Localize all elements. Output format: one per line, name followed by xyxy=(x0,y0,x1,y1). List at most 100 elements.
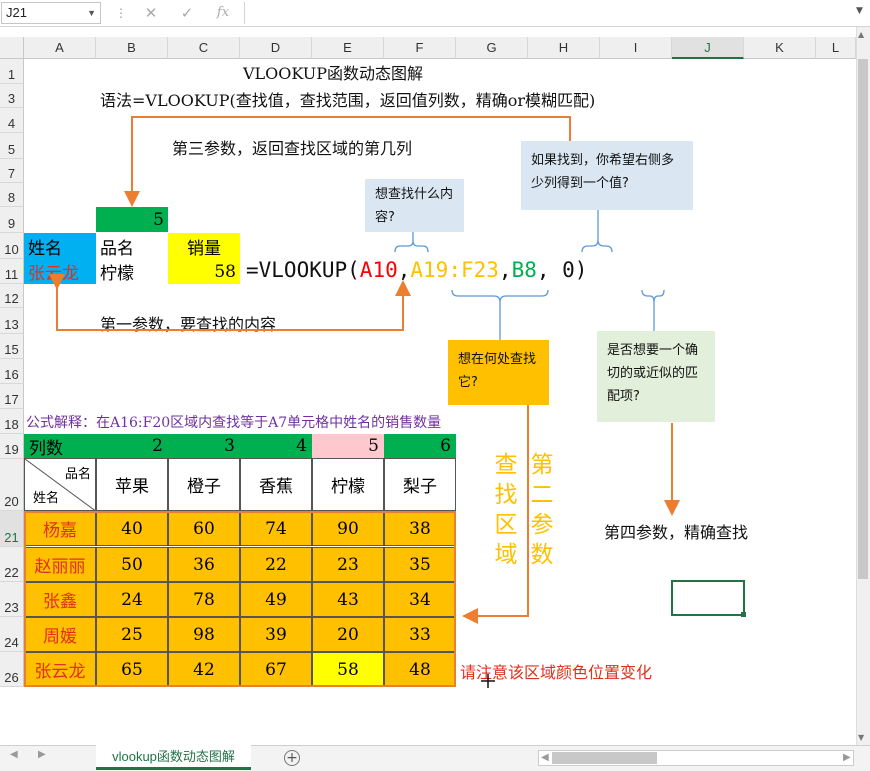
row-header-24[interactable]: 24 xyxy=(0,617,24,652)
table-cell[interactable]: 25 xyxy=(96,617,168,652)
cell-c10[interactable]: 58 xyxy=(168,259,240,284)
row-header-1[interactable]: 1 xyxy=(0,59,24,84)
table-row-name[interactable]: 周媛 xyxy=(24,617,96,652)
cell-a10[interactable]: 张云龙 xyxy=(24,259,96,284)
table-cell[interactable]: 78 xyxy=(168,582,240,617)
selected-cell-j21[interactable] xyxy=(671,580,745,616)
row-header-17[interactable]: 17 xyxy=(0,384,24,409)
header-4[interactable]: 柠檬 xyxy=(312,458,384,511)
table-cell[interactable]: 60 xyxy=(168,511,240,546)
cell-a9[interactable]: 姓名 xyxy=(24,233,96,259)
row-header-10[interactable]: 10 xyxy=(0,233,24,259)
column-header-f[interactable]: F xyxy=(384,37,456,59)
table-cell[interactable]: 43 xyxy=(312,582,384,617)
row-header-13[interactable]: 13 xyxy=(0,308,24,334)
insert-function-icon[interactable]: fx xyxy=(212,3,234,23)
column-header-g[interactable]: G xyxy=(456,37,528,59)
cell-b10[interactable]: 柠檬 xyxy=(96,259,168,284)
table-cell[interactable]: 67 xyxy=(240,652,312,687)
row-header-16[interactable]: 16 xyxy=(0,359,24,384)
row-header-9[interactable]: 9 xyxy=(0,207,24,233)
column-header-e[interactable]: E xyxy=(312,37,384,59)
table-cell[interactable]: 50 xyxy=(96,547,168,582)
prev-sheet-icon[interactable]: ◀ xyxy=(10,749,18,760)
header-3[interactable]: 香蕉 xyxy=(240,458,312,511)
table-cell[interactable]: 38 xyxy=(384,511,456,546)
row-header-11[interactable]: 11 xyxy=(0,259,24,284)
select-all-corner[interactable] xyxy=(0,37,24,59)
table-cell[interactable]: 65 xyxy=(96,652,168,687)
table-cell[interactable]: 74 xyxy=(240,511,312,546)
col-index-label[interactable]: 列数 xyxy=(24,434,96,459)
cell-c9[interactable]: 销量 xyxy=(168,233,240,259)
add-sheet-icon[interactable]: + xyxy=(284,750,300,766)
table-row-name[interactable]: 张云龙 xyxy=(24,652,96,687)
next-sheet-icon[interactable]: ▶ xyxy=(38,749,46,760)
table-cell[interactable]: 49 xyxy=(240,582,312,617)
header-2[interactable]: 橙子 xyxy=(168,458,240,511)
table-cell[interactable]: 58 xyxy=(312,652,384,687)
col-index-4[interactable]: 5 xyxy=(312,434,384,458)
row-header-23[interactable]: 23 xyxy=(0,582,24,617)
scroll-up-icon[interactable]: ▲ xyxy=(858,30,864,39)
table-cell[interactable]: 22 xyxy=(240,547,312,582)
sheet-tab-vlookup[interactable]: vlookup函数动态图解 xyxy=(96,745,251,770)
table-cell[interactable]: 35 xyxy=(384,547,456,582)
table-row-name[interactable]: 杨嘉 xyxy=(24,511,96,546)
header-1[interactable]: 苹果 xyxy=(96,458,168,511)
column-header-c[interactable]: C xyxy=(168,37,240,59)
table-cell[interactable]: 34 xyxy=(384,582,456,617)
cell-b8[interactable]: 5 xyxy=(96,207,168,232)
row-header-7[interactable]: 7 xyxy=(0,159,24,183)
name-box-dropdown-icon[interactable]: ▼ xyxy=(87,3,96,23)
expand-formula-icon[interactable]: ▼ xyxy=(856,6,863,16)
table-cell[interactable]: 20 xyxy=(312,617,384,652)
col-index-2[interactable]: 3 xyxy=(168,434,240,458)
row-header-12[interactable]: 12 xyxy=(0,284,24,308)
row-header-18[interactable]: 18 xyxy=(0,409,24,434)
cancel-icon[interactable]: ✕ xyxy=(140,3,162,23)
row-header-4[interactable]: 4 xyxy=(0,108,24,133)
scroll-down-icon[interactable]: ▼ xyxy=(858,733,864,742)
table-cell[interactable]: 24 xyxy=(96,582,168,617)
formula-input[interactable] xyxy=(244,2,856,24)
col-index-3[interactable]: 4 xyxy=(240,434,312,458)
row-header-19[interactable]: 19 xyxy=(0,434,24,459)
name-box[interactable]: J21 ▼ xyxy=(1,2,101,24)
table-cell[interactable]: 90 xyxy=(312,511,384,546)
table-cell[interactable]: 33 xyxy=(384,617,456,652)
diagonal-header-cell[interactable]: 品名 姓名 xyxy=(24,458,97,512)
table-cell[interactable]: 40 xyxy=(96,511,168,546)
table-row-name[interactable]: 赵丽丽 xyxy=(24,547,96,582)
table-cell[interactable]: 42 xyxy=(168,652,240,687)
row-header-8[interactable]: 8 xyxy=(0,183,24,207)
row-header-20[interactable]: 20 xyxy=(0,459,24,511)
vertical-scroll-thumb[interactable] xyxy=(858,59,868,579)
column-header-b[interactable]: B xyxy=(96,37,168,59)
row-header-5[interactable]: 5 xyxy=(0,133,24,159)
enter-icon[interactable]: ✓ xyxy=(176,3,198,23)
scroll-right-icon[interactable]: ▶ xyxy=(843,752,851,763)
row-header-26[interactable]: 26 xyxy=(0,652,24,687)
row-header-21[interactable]: 21 xyxy=(0,511,24,547)
fill-handle[interactable] xyxy=(741,612,746,617)
table-cell[interactable]: 36 xyxy=(168,547,240,582)
table-row-name[interactable]: 张鑫 xyxy=(24,582,96,617)
column-header-j[interactable]: J xyxy=(672,37,744,59)
column-header-i[interactable]: I xyxy=(600,37,672,59)
column-header-k[interactable]: K xyxy=(744,37,816,59)
horizontal-scroll-thumb[interactable] xyxy=(552,752,657,764)
table-cell[interactable]: 23 xyxy=(312,547,384,582)
table-cell[interactable]: 98 xyxy=(168,617,240,652)
column-header-d[interactable]: D xyxy=(240,37,312,59)
row-header-15[interactable]: 15 xyxy=(0,334,24,359)
row-header-22[interactable]: 22 xyxy=(0,547,24,582)
cell-b9[interactable]: 品名 xyxy=(96,233,168,259)
row-header-3[interactable]: 3 xyxy=(0,84,24,108)
scroll-left-icon[interactable]: ◀ xyxy=(541,752,549,763)
table-cell[interactable]: 48 xyxy=(384,652,456,687)
column-header-a[interactable]: A xyxy=(24,37,96,59)
table-cell[interactable]: 39 xyxy=(240,617,312,652)
header-5[interactable]: 梨子 xyxy=(384,458,456,511)
col-index-1[interactable]: 2 xyxy=(96,434,168,458)
